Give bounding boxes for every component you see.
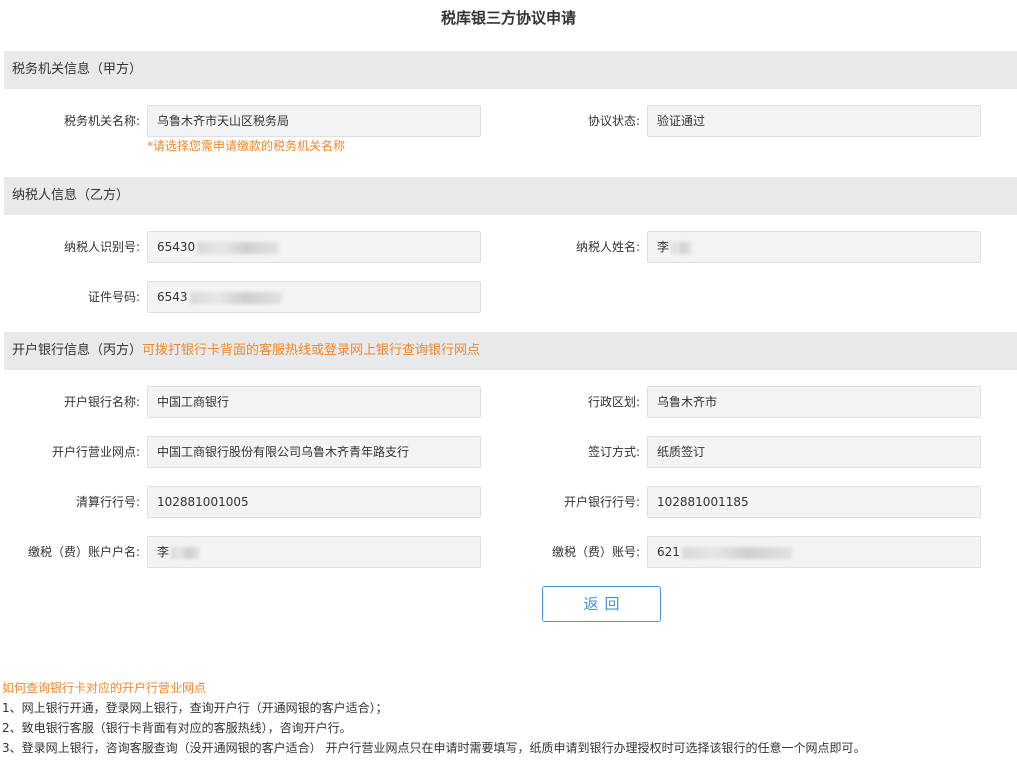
taxpayer-name-field[interactable]: 李: [647, 231, 981, 263]
account-no-field[interactable]: 621: [647, 536, 981, 568]
taxpayer-id-label: 纳税人识别号:: [63, 240, 140, 254]
section-c-hint: 可拨打银行卡背面的客服热线或登录网上银行查询银行网点: [142, 343, 481, 358]
region-label: 行政区划:: [587, 395, 640, 409]
cert-no-field[interactable]: 6543: [147, 281, 481, 313]
account-no-value: 621: [657, 545, 680, 559]
branch-label: 开户行营业网点:: [51, 445, 140, 459]
row-clearing-no: 清算行行号: 102881001005 开户银行行号: 102881001185: [0, 486, 1017, 518]
taxpayer-id-value: 65430: [157, 240, 196, 254]
redaction-blur: [671, 241, 692, 254]
back-button[interactable]: 返回: [542, 586, 661, 622]
taxpayer-id-field[interactable]: 65430: [147, 231, 481, 263]
tax-office-field[interactable]: 乌鲁木齐市天山区税务局: [147, 105, 481, 137]
taxpayer-name-value: 李: [657, 240, 670, 254]
agreement-status-field[interactable]: 验证通过: [647, 105, 981, 137]
section-c-title: 开户银行信息（丙方）: [12, 343, 143, 358]
sign-method-field[interactable]: 纸质签订: [647, 436, 981, 468]
row-cert-no: 证件号码: 6543: [0, 281, 1017, 313]
redaction-blur: [171, 546, 200, 559]
tax-office-note: *请选择您需申请缴款的税务机关名称: [147, 139, 346, 153]
section-header-taxpayer: 纳税人信息（乙方）: [4, 177, 1017, 215]
account-no-label: 缴税（费）账号:: [551, 545, 640, 559]
clearing-no-field[interactable]: 102881001005: [147, 486, 481, 518]
help-item: 1、网上银行开通，登录网上银行，查询开户行（开通网银的客户适合）；: [2, 701, 388, 715]
section-header-tax-office: 税务机关信息（甲方）: [4, 51, 1017, 89]
account-name-field[interactable]: 李: [147, 536, 481, 568]
page-title: 税库银三方协议申请: [440, 9, 576, 27]
cert-no-value: 6543: [157, 290, 188, 304]
account-name-value: 李: [157, 545, 170, 559]
redaction-blur: [681, 546, 792, 559]
help-item: 3、登录网上银行，咨询客服查询（没开通网银的客户适合） 开户行营业网点只在申请时…: [2, 741, 866, 755]
row-account: 缴税（费）账户户名: 李 缴税（费）账号: 621: [0, 536, 1017, 568]
section-b-title: 纳税人信息（乙方）: [12, 188, 130, 203]
section-header-bank: 开户银行信息（丙方）可拨打银行卡背面的客服热线或登录网上银行查询银行网点: [4, 332, 1017, 370]
bank-name-label: 开户银行名称:: [63, 395, 140, 409]
help-section: 如何查询银行卡对应的开户行营业网点 1、网上银行开通，登录网上银行，查询开户行（…: [2, 678, 1014, 758]
redaction-blur: [189, 291, 282, 304]
agreement-status-label: 协议状态:: [587, 114, 640, 128]
help-item: 2、致电银行客服（银行卡背面有对应的客服热线），咨询开户行。: [2, 721, 352, 735]
section-a-title: 税务机关信息（甲方）: [12, 62, 143, 77]
row-branch: 开户行营业网点: 中国工商银行股份有限公司乌鲁木齐青年路支行 签订方式: 纸质签…: [0, 436, 1017, 468]
row-taxpayer-id: 纳税人识别号: 65430 纳税人姓名: 李: [0, 231, 1017, 263]
taxpayer-name-label: 纳税人姓名:: [575, 240, 640, 254]
bank-no-field[interactable]: 102881001185: [647, 486, 981, 518]
cert-no-label: 证件号码:: [87, 290, 140, 304]
clearing-no-label: 清算行行号:: [75, 495, 140, 509]
tax-office-label: 税务机关名称:: [63, 114, 140, 128]
row-bank-name: 开户银行名称: 中国工商银行 行政区划: 乌鲁木齐市: [0, 386, 1017, 418]
bank-name-field[interactable]: 中国工商银行: [147, 386, 481, 418]
account-name-label: 缴税（费）账户户名:: [27, 545, 140, 559]
redaction-blur: [197, 241, 280, 254]
bank-no-label: 开户银行行号:: [563, 495, 640, 509]
sign-method-label: 签订方式:: [587, 445, 640, 459]
row-tax-office: 税务机关名称: 乌鲁木齐市天山区税务局 协议状态: 验证通过: [0, 105, 1017, 137]
region-field[interactable]: 乌鲁木齐市: [647, 386, 981, 418]
branch-field[interactable]: 中国工商银行股份有限公司乌鲁木齐青年路支行: [147, 436, 481, 468]
help-title: 如何查询银行卡对应的开户行营业网点: [2, 681, 207, 695]
